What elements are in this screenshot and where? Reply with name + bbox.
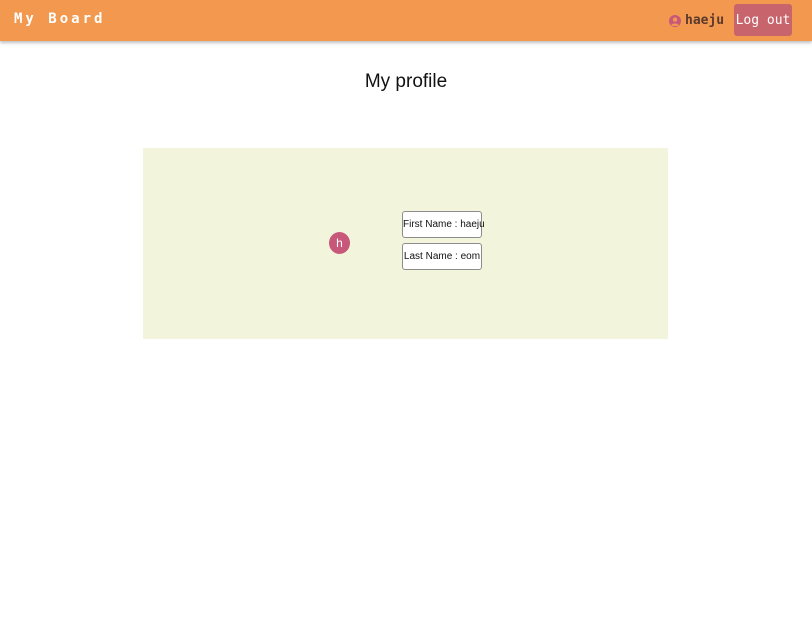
last-name-field: Last Name : eom <box>402 243 482 270</box>
page-title: My profile <box>364 71 448 92</box>
avatar: h <box>329 232 350 254</box>
user-circle-icon <box>669 14 681 27</box>
top-navbar: My Board haeju Log out <box>0 0 812 41</box>
logout-button[interactable]: Log out <box>734 4 792 36</box>
user-info[interactable]: haeju <box>669 12 724 28</box>
profile-card: h First Name : haeju Last Name : eom <box>143 148 668 339</box>
first-name-field: First Name : haeju <box>402 211 485 238</box>
user-name: haeju <box>685 12 725 28</box>
brand-logo-text[interactable]: My Board <box>14 11 105 27</box>
